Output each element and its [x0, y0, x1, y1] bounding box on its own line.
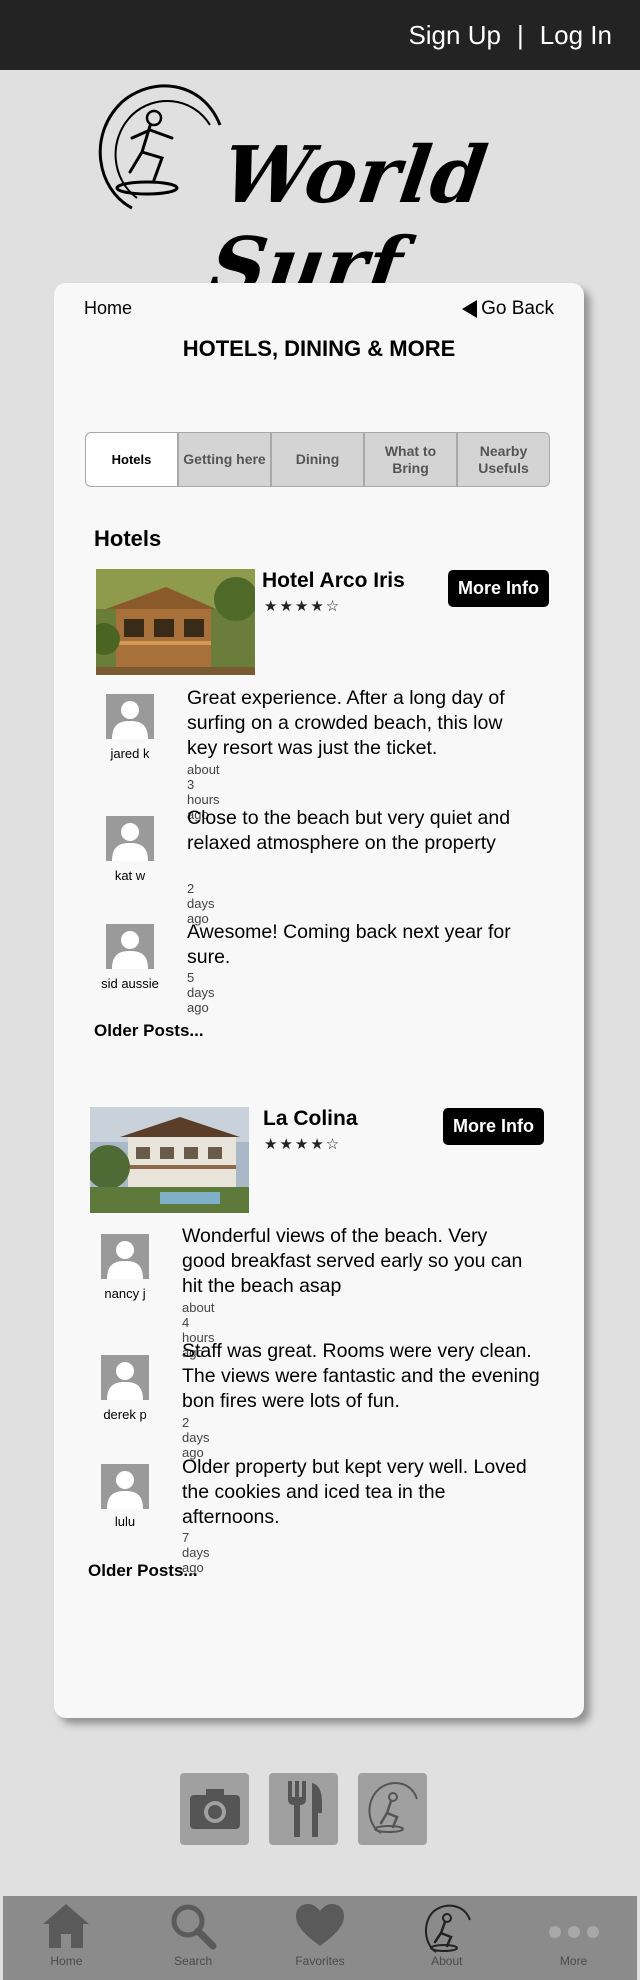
avatar	[101, 1234, 149, 1279]
reviewer-name[interactable]: nancy j	[85, 1286, 165, 1301]
tab-what-to-bring[interactable]: What to Bring	[364, 432, 457, 487]
more-dots-icon	[548, 1926, 599, 1938]
tab-dining[interactable]: Dining	[271, 432, 364, 487]
review-text: Older property but kept very well. Loved…	[182, 1456, 527, 1528]
avatar	[106, 924, 154, 969]
tab-getting-here[interactable]: Getting here	[178, 432, 271, 487]
go-back-label: Go Back	[481, 298, 554, 319]
surfer-logo-icon[interactable]	[358, 1773, 427, 1845]
auth-links: Sign Up | Log In	[408, 20, 612, 51]
back-arrow-icon	[462, 300, 478, 318]
hotel-photo[interactable]	[96, 569, 255, 675]
more-info-button[interactable]: More Info	[448, 570, 549, 607]
star-rating: ★★★★☆	[264, 598, 342, 615]
hotel-name[interactable]: La Colina	[263, 1107, 358, 1131]
nav-home[interactable]: Home	[3, 1896, 130, 1980]
world-surf-logo: World Surf	[92, 80, 562, 312]
review-text: Staff was great. Rooms were very clean. …	[182, 1340, 540, 1412]
review-text: Awesome! Coming back next year for sure.	[187, 921, 511, 968]
tab-nearby-usefuls[interactable]: Nearby Usefuls	[457, 432, 550, 487]
reviewer-name[interactable]: kat w	[90, 868, 170, 883]
avatar	[101, 1355, 149, 1400]
heart-icon	[295, 1904, 344, 1946]
sign-up-link[interactable]: Sign Up	[408, 20, 501, 51]
surfer-logo-icon	[424, 1904, 471, 1953]
avatar	[106, 816, 154, 861]
more-info-button[interactable]: More Info	[443, 1108, 544, 1145]
nav-search[interactable]: Search	[130, 1896, 257, 1980]
reviewer-name[interactable]: lulu	[85, 1514, 165, 1529]
older-posts-link[interactable]: Older Posts...	[94, 1021, 204, 1041]
nav-label: Home	[50, 1954, 83, 1968]
search-icon	[171, 1904, 217, 1950]
review-text: Great experience. After a long day of su…	[187, 687, 505, 759]
avatar	[101, 1464, 149, 1509]
log-in-link[interactable]: Log In	[540, 20, 612, 51]
home-link[interactable]: Home	[84, 298, 132, 319]
dining-icon[interactable]	[269, 1773, 338, 1845]
review-text: Wonderful views of the beach. Very good …	[182, 1225, 523, 1297]
nav-about[interactable]: About	[383, 1896, 510, 1980]
star-rating: ★★★★☆	[264, 1136, 342, 1153]
quick-icons	[180, 1773, 427, 1845]
review-time: 2 days ago	[182, 1415, 210, 1460]
go-back-button[interactable]: Go Back	[462, 298, 554, 320]
hotel-name[interactable]: Hotel Arco Iris	[262, 569, 405, 593]
older-posts-link[interactable]: Older Posts...	[88, 1561, 198, 1581]
nav-more[interactable]: More	[510, 1896, 637, 1980]
review-text: Close to the beach but very quiet and re…	[187, 807, 511, 854]
auth-separator: |	[516, 20, 524, 50]
top-bar: Sign Up | Log In	[0, 0, 640, 70]
surfer-logo-icon	[98, 84, 222, 210]
tab-hotels[interactable]: Hotels	[85, 432, 178, 487]
home-icon	[43, 1904, 90, 1948]
category-tabs: Hotels Getting here Dining What to Bring…	[85, 432, 550, 487]
camera-icon[interactable]	[180, 1773, 249, 1845]
nav-label: More	[559, 1954, 588, 1968]
reviewer-name[interactable]: sid aussie	[90, 976, 170, 991]
hotel-photo[interactable]	[90, 1107, 249, 1213]
nav-favorites[interactable]: Favorites	[257, 1896, 384, 1980]
nav-label: About	[431, 1954, 463, 1968]
nav-label: Favorites	[295, 1954, 345, 1968]
reviewer-name[interactable]: derek p	[85, 1407, 165, 1422]
review-time: 5 days ago	[187, 970, 215, 1015]
reviewer-name[interactable]: jared k	[90, 746, 170, 761]
bottom-nav: Home Search Favorites About More	[3, 1896, 637, 1980]
section-heading: Hotels	[94, 526, 162, 551]
avatar	[106, 694, 154, 739]
page-title: HOTELS, DINING & MORE	[182, 336, 456, 361]
content-card: Home Go Back HOTELS, DINING & MORE Hotel…	[54, 283, 584, 1718]
nav-label: Search	[174, 1954, 213, 1968]
